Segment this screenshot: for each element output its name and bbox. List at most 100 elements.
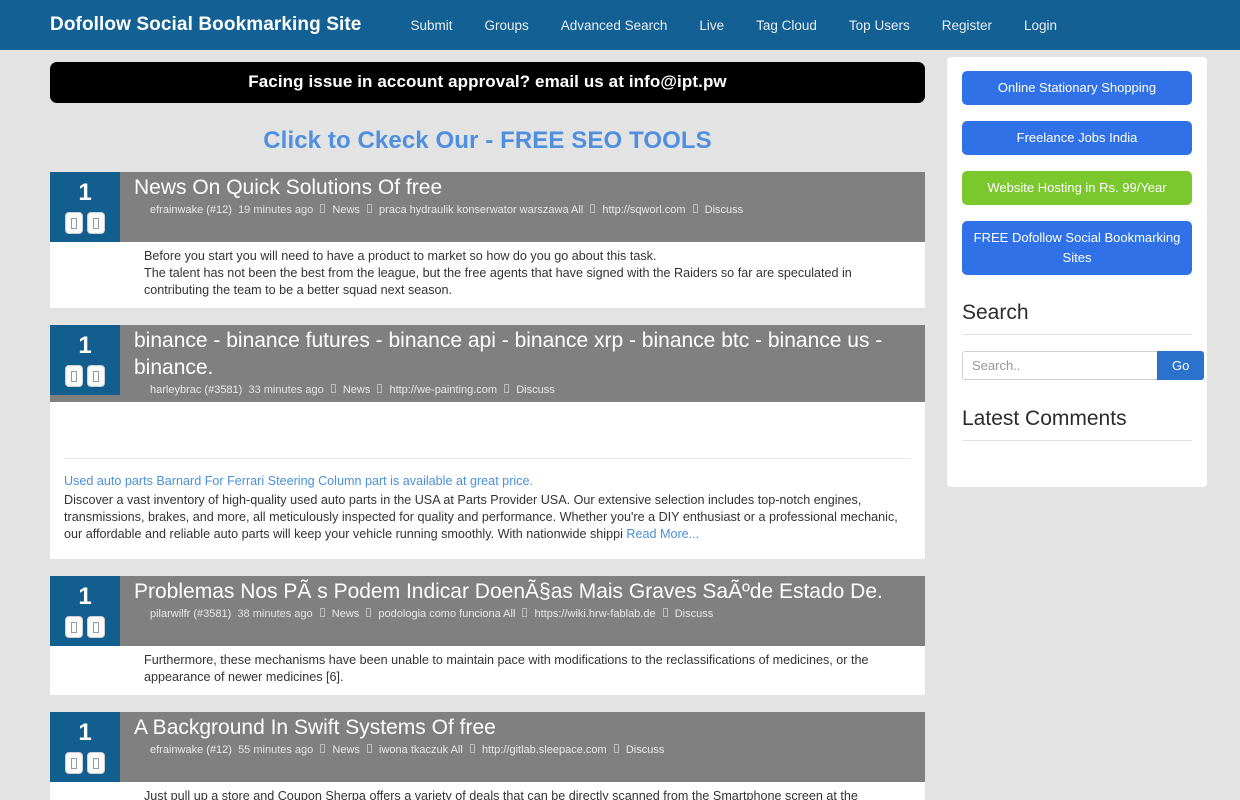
separator-icon bbox=[590, 204, 596, 213]
post-url[interactable]: https://wiki.hrw-fablab.de bbox=[535, 608, 656, 620]
post-header-text: Problemas Nos PÃ s Podem Indicar DoenÃ§a… bbox=[120, 576, 925, 626]
sidebar-button-online-stationary-shopping[interactable]: Online Stationary Shopping bbox=[962, 71, 1192, 105]
post-author[interactable]: efrainwake (#12) bbox=[150, 204, 232, 216]
post-discuss-link[interactable]: Discuss bbox=[626, 744, 665, 756]
tofu-glyph bbox=[93, 217, 99, 229]
nav-link-top-users[interactable]: Top Users bbox=[833, 18, 926, 33]
separator-icon bbox=[319, 608, 325, 617]
post-url[interactable]: http://gitlab.sleepace.com bbox=[482, 744, 607, 756]
top-navbar: Dofollow Social Bookmarking Site Submit … bbox=[0, 0, 1240, 50]
main-content-column: Facing issue in account approval? email … bbox=[50, 50, 925, 800]
vote-widget: 1 bbox=[50, 325, 120, 395]
post-time: 19 minutes ago bbox=[238, 204, 314, 216]
tofu-glyph bbox=[71, 217, 77, 229]
page-body: Facing issue in account approval? email … bbox=[0, 50, 1240, 800]
sidebar-button-freelance-jobs-india[interactable]: Freelance Jobs India bbox=[962, 121, 1192, 155]
inline-ad-block: Used auto parts Barnard For Ferrari Stee… bbox=[50, 436, 925, 559]
post-body: Just pull up a store and Coupon Sherpa o… bbox=[50, 782, 925, 800]
post-category[interactable]: News bbox=[332, 744, 360, 756]
tofu-glyph bbox=[93, 621, 99, 633]
sidebar-card: Online Stationary Shopping Freelance Job… bbox=[947, 57, 1207, 487]
post-body: Furthermore, these mechanisms have been … bbox=[50, 646, 925, 695]
inline-ad-headline[interactable]: Used auto parts Barnard For Ferrari Stee… bbox=[64, 474, 533, 488]
vote-up-icon[interactable] bbox=[65, 616, 83, 638]
nav-link-live[interactable]: Live bbox=[683, 18, 740, 33]
nav-link-login[interactable]: Login bbox=[1008, 18, 1073, 33]
search-input[interactable] bbox=[962, 351, 1157, 380]
vote-up-icon[interactable] bbox=[65, 365, 83, 387]
post-discuss-link[interactable]: Discuss bbox=[516, 384, 555, 396]
nav-link-register[interactable]: Register bbox=[926, 18, 1008, 33]
sidebar-latest-comments-heading: Latest Comments bbox=[962, 407, 1192, 441]
post-time: 33 minutes ago bbox=[248, 384, 324, 396]
sidebar-column: Online Stationary Shopping Freelance Job… bbox=[947, 50, 1207, 487]
separator-icon bbox=[613, 744, 619, 753]
seo-tools-headline[interactable]: Click to Ckeck Our - FREE SEO TOOLS bbox=[50, 127, 925, 155]
separator-icon bbox=[662, 608, 668, 617]
post-tags[interactable]: praca hydraulik konserwator warszawa All bbox=[379, 204, 583, 216]
nav-link-advanced-search[interactable]: Advanced Search bbox=[545, 18, 684, 33]
post-header-text: binance - binance futures - binance api … bbox=[120, 325, 925, 402]
post-author[interactable]: pilarwilfr (#3581) bbox=[150, 608, 231, 620]
post-title[interactable]: binance - binance futures - binance api … bbox=[134, 327, 913, 381]
post-meta: efrainwake (#12) 55 minutes ago News iwo… bbox=[134, 743, 913, 758]
post-card: 1 A Background In Swift Systems Of free … bbox=[50, 712, 925, 800]
post-title[interactable]: Problemas Nos PÃ s Podem Indicar DoenÃ§a… bbox=[134, 578, 913, 605]
nav-link-groups[interactable]: Groups bbox=[469, 18, 545, 33]
separator-icon bbox=[504, 384, 510, 393]
vote-up-icon[interactable] bbox=[65, 212, 83, 234]
sidebar-button-website-hosting[interactable]: Website Hosting in Rs. 99/Year bbox=[962, 171, 1192, 205]
announcement-banner: Facing issue in account approval? email … bbox=[50, 62, 925, 103]
post-url[interactable]: http://we-painting.com bbox=[389, 384, 497, 396]
site-brand[interactable]: Dofollow Social Bookmarking Site bbox=[50, 14, 361, 36]
inline-ad-text: Discover a vast inventory of high-qualit… bbox=[64, 492, 911, 543]
inline-ad-read-more[interactable]: Read More... bbox=[626, 527, 699, 541]
post-url[interactable]: http://sqworl.com bbox=[602, 204, 685, 216]
post-card: 1 binance - binance futures - binance ap… bbox=[50, 325, 925, 436]
vote-buttons bbox=[50, 212, 120, 234]
vote-down-icon[interactable] bbox=[87, 752, 105, 774]
post-tags[interactable]: podologia como funciona All bbox=[378, 608, 515, 620]
vote-up-icon[interactable] bbox=[65, 752, 83, 774]
post-tags[interactable]: iwona tkaczuk All bbox=[379, 744, 463, 756]
vote-down-icon[interactable] bbox=[87, 365, 105, 387]
post-card: 1 News On Quick Solutions Of free efrain… bbox=[50, 172, 925, 308]
post-body bbox=[50, 402, 925, 436]
vote-buttons bbox=[50, 365, 120, 387]
nav-links: Submit Groups Advanced Search Live Tag C… bbox=[394, 18, 1073, 33]
post-title[interactable]: A Background In Swift Systems Of free bbox=[134, 714, 913, 741]
post-author[interactable]: efrainwake (#12) bbox=[150, 744, 232, 756]
divider bbox=[64, 458, 911, 459]
nav-link-tag-cloud[interactable]: Tag Cloud bbox=[740, 18, 833, 33]
post-category[interactable]: News bbox=[343, 384, 371, 396]
vote-buttons bbox=[50, 616, 120, 638]
post-meta: pilarwilfr (#3581) 38 minutes ago News p… bbox=[134, 607, 913, 622]
post-category[interactable]: News bbox=[332, 608, 360, 620]
vote-widget: 1 bbox=[50, 576, 120, 646]
sidebar-button-free-dofollow-sites[interactable]: FREE Dofollow Social Bookmarking Sites bbox=[962, 221, 1192, 275]
latest-comments-list bbox=[962, 441, 1192, 469]
separator-icon bbox=[366, 608, 372, 617]
post-body-line-1: Just pull up a store and Coupon Sherpa o… bbox=[144, 789, 858, 800]
tofu-glyph bbox=[93, 370, 99, 382]
post-discuss-link[interactable]: Discuss bbox=[675, 608, 714, 620]
post-category[interactable]: News bbox=[332, 204, 360, 216]
sidebar-search-heading: Search bbox=[962, 301, 1192, 335]
search-go-button[interactable]: Go bbox=[1157, 351, 1205, 380]
vote-count: 1 bbox=[78, 332, 92, 359]
separator-icon bbox=[330, 384, 336, 393]
separator-icon bbox=[692, 204, 698, 213]
vote-down-icon[interactable] bbox=[87, 212, 105, 234]
vote-buttons bbox=[50, 752, 120, 774]
vote-widget: 1 bbox=[50, 172, 120, 242]
nav-link-submit[interactable]: Submit bbox=[394, 18, 468, 33]
tofu-glyph bbox=[71, 757, 77, 769]
separator-icon bbox=[366, 204, 372, 213]
separator-icon bbox=[320, 204, 326, 213]
post-discuss-link[interactable]: Discuss bbox=[705, 204, 744, 216]
vote-down-icon[interactable] bbox=[87, 616, 105, 638]
post-title[interactable]: News On Quick Solutions Of free bbox=[134, 174, 913, 201]
vote-count: 1 bbox=[78, 719, 92, 746]
post-author[interactable]: harleybrac (#3581) bbox=[150, 384, 242, 396]
post-body: Before you start you will need to have a… bbox=[50, 242, 925, 308]
